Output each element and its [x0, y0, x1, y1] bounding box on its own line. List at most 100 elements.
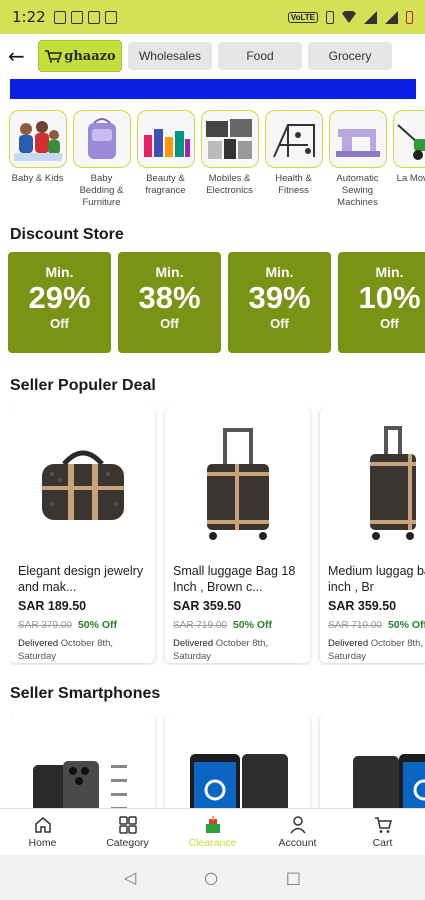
product-image — [18, 415, 147, 553]
discount-store-title: Discount Store — [10, 226, 124, 243]
discount-min: Min. — [45, 264, 74, 280]
discount-card[interactable]: Min. 29% Off — [8, 252, 111, 353]
luggage-image — [369, 426, 416, 540]
smartphones-title: Seller Smartphones — [10, 685, 161, 702]
category-item-baby-kids[interactable]: Baby & Kids — [8, 110, 67, 210]
sewing-machine-image — [335, 129, 380, 157]
cart-logo-icon — [45, 50, 63, 63]
category-label: Baby & Kids — [11, 173, 64, 184]
category-label: Health & Fitness — [275, 173, 312, 196]
product-image — [328, 415, 425, 553]
price-row: SAR 379.00 50% Off — [18, 619, 147, 631]
product-price: SAR 359.50 — [328, 599, 397, 613]
tab-grocery[interactable]: Grocery — [308, 42, 392, 70]
electronics-image — [205, 119, 252, 159]
nav-label: Cart — [372, 836, 393, 849]
tab-wholesales[interactable]: Wholesales — [128, 42, 212, 70]
discount-row: Min. 29% Off Min. 38% Off Min. 39% Off M… — [8, 252, 425, 354]
discount-card[interactable]: Min. 39% Off — [228, 252, 331, 353]
category-thumb — [328, 110, 387, 168]
category-item-mobiles[interactable]: Mobiles & Electronics — [200, 110, 259, 210]
discount-min: Min. — [375, 264, 404, 280]
system-recents-icon[interactable]: □ — [286, 868, 301, 887]
top-nav: ← ghaazo Wholesales Food Grocery — [0, 38, 425, 74]
wifi-icon — [342, 11, 356, 23]
category-thumb — [200, 110, 259, 168]
delivery-info: Delivered October 8th, Saturday — [328, 637, 425, 663]
tab-food[interactable]: Food — [218, 42, 302, 70]
promo-banner[interactable] — [10, 79, 416, 99]
nav-clearance[interactable]: Clearance — [170, 809, 255, 854]
price-row: SAR 719.00 50% Off — [328, 619, 425, 631]
product-card[interactable] — [10, 715, 155, 810]
product-name: Small luggage Bag 18 Inch , Brown c... — [173, 564, 296, 594]
discount-off: Off — [270, 316, 289, 331]
notification-icon — [70, 10, 83, 24]
system-nav-bar: ◁ ○ □ — [0, 855, 425, 900]
category-thumb — [72, 110, 131, 168]
signal-icon — [364, 10, 377, 24]
old-price: SAR 719.00 — [328, 620, 382, 631]
battery-icon — [406, 10, 413, 24]
status-time: 1:22 — [12, 8, 46, 26]
product-card[interactable]: Small luggage Bag 18 Inch , Brown c... S… — [165, 407, 310, 663]
notification-icon — [53, 10, 66, 24]
discount-percent: 29% — [28, 280, 91, 315]
cart-icon — [374, 816, 392, 833]
product-price: SAR 359.50 — [173, 599, 242, 613]
category-thumb — [8, 110, 67, 168]
delivery-info: Delivered October 8th, Saturday — [18, 637, 147, 663]
status-bar: 1:22 VoLTE — [0, 0, 425, 34]
family-image — [13, 121, 62, 161]
ghaazo-logo[interactable]: ghaazo — [38, 40, 122, 72]
product-card[interactable] — [165, 715, 310, 810]
alcatel-phone-image — [352, 754, 425, 810]
product-name: Elegant design jewelry and mak... — [18, 564, 144, 594]
product-image — [173, 415, 302, 553]
old-price: SAR 719.00 — [173, 620, 227, 631]
home-icon — [34, 816, 51, 833]
iphone-image — [32, 761, 127, 810]
nav-category[interactable]: Category — [85, 809, 170, 854]
category-item-beauty[interactable]: Beauty & fragrance — [136, 110, 195, 210]
arrow-left-icon[interactable]: ← — [8, 44, 30, 68]
discount-card[interactable]: Min. 10% Off — [338, 252, 425, 353]
nav-account[interactable]: Account — [255, 809, 340, 854]
category-label: La Mow Blo — [396, 173, 425, 184]
discount-label: 50% Off — [77, 619, 118, 631]
system-back-icon[interactable]: ◁ — [124, 868, 136, 887]
product-card[interactable]: Elegant design jewelry and mak... SAR 18… — [10, 407, 155, 663]
category-thumb — [264, 110, 323, 168]
notification-icons — [53, 10, 117, 24]
discount-off: Off — [50, 316, 69, 331]
category-item-baby-bedding[interactable]: Baby Bedding & Furniture — [72, 110, 131, 210]
category-strip: Baby & Kids Baby Bedding & Furniture Bea… — [8, 110, 425, 210]
notification-icon — [104, 10, 117, 24]
alcatel-phone-image — [189, 754, 288, 810]
grid-icon — [118, 815, 137, 834]
nav-cart[interactable]: Cart — [340, 809, 425, 854]
delivery-prefix: Delivered — [18, 638, 59, 649]
phone-list — [10, 715, 425, 810]
top-tabs: Wholesales Food Grocery — [128, 42, 392, 70]
discount-off: Off — [160, 316, 179, 331]
category-thumb — [392, 110, 425, 168]
category-item-lawn[interactable]: La Mow Blo — [392, 110, 425, 210]
nav-home[interactable]: Home — [0, 809, 85, 854]
lawn-mower-image — [396, 124, 425, 160]
discount-card[interactable]: Min. 38% Off — [118, 252, 221, 353]
popular-deal-title: Seller Populer Deal — [10, 377, 156, 394]
delivery-prefix: Delivered — [328, 638, 369, 649]
product-price: SAR 189.50 — [18, 599, 87, 613]
nav-label: Home — [28, 836, 57, 849]
product-card[interactable] — [320, 715, 425, 810]
system-home-icon[interactable]: ○ — [204, 868, 218, 887]
nav-label: Category — [106, 836, 149, 849]
category-item-health[interactable]: Health & Fitness — [264, 110, 323, 210]
product-card[interactable]: Medium luggag bag 20 inch , Br SAR 359.5… — [320, 407, 425, 663]
old-price: SAR 379.00 — [18, 620, 72, 631]
clearance-icon — [205, 815, 220, 833]
notification-icon — [87, 10, 100, 24]
category-item-sewing[interactable]: Automatic Sewing Machines — [328, 110, 387, 210]
delivery-info: Delivered October 8th, Saturday — [173, 637, 302, 663]
